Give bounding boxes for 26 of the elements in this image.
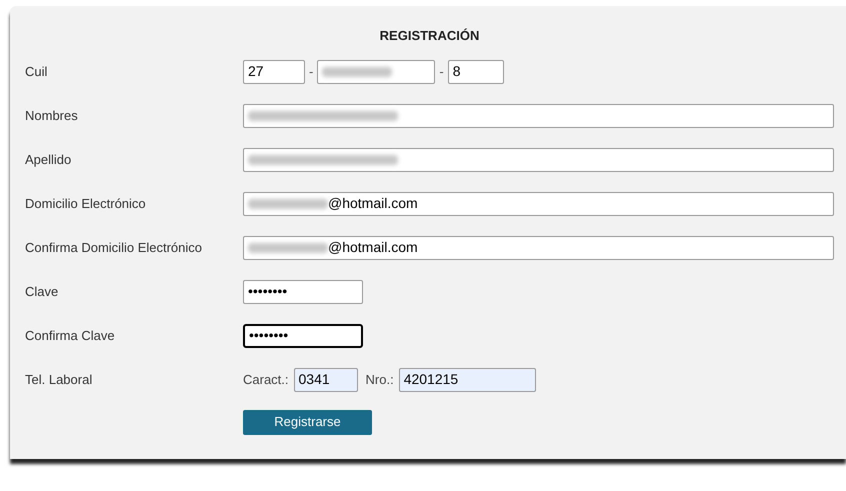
field-label: Nro.:: [366, 370, 394, 389]
input-field[interactable]: [243, 104, 834, 128]
input-field[interactable]: @hotmail.com: [243, 192, 834, 216]
form-title: REGISTRACIÓN: [380, 27, 480, 45]
separator: -: [309, 62, 314, 81]
field-label: Tel. Laboral: [25, 370, 94, 389]
register-button[interactable]: Registrarse: [243, 410, 372, 434]
field-label: Cuil: [25, 62, 48, 81]
blurred-text: [322, 66, 392, 76]
input-field[interactable]: [243, 148, 834, 172]
field-label: Clave: [25, 282, 60, 301]
field-label: Caract.:: [243, 370, 289, 389]
input-field[interactable]: [317, 60, 436, 84]
input-field[interactable]: ••••••••: [243, 324, 363, 348]
input-field[interactable]: @hotmail.com: [243, 236, 834, 260]
input-field[interactable]: 0341: [294, 368, 358, 392]
field-label: Domicilio Electrónico: [25, 194, 147, 213]
input-field[interactable]: 4201215: [398, 368, 536, 392]
field-label: Confirma Domicilio Electrónico: [25, 238, 203, 257]
separator: -: [439, 62, 444, 81]
input-field[interactable]: 27: [243, 60, 305, 84]
field-label: Apellido: [25, 150, 72, 169]
input-field[interactable]: 8: [448, 60, 504, 84]
field-label: Confirma Clave: [25, 326, 116, 345]
field-label: Nombres: [25, 106, 79, 125]
input-field[interactable]: ••••••••: [243, 280, 363, 304]
